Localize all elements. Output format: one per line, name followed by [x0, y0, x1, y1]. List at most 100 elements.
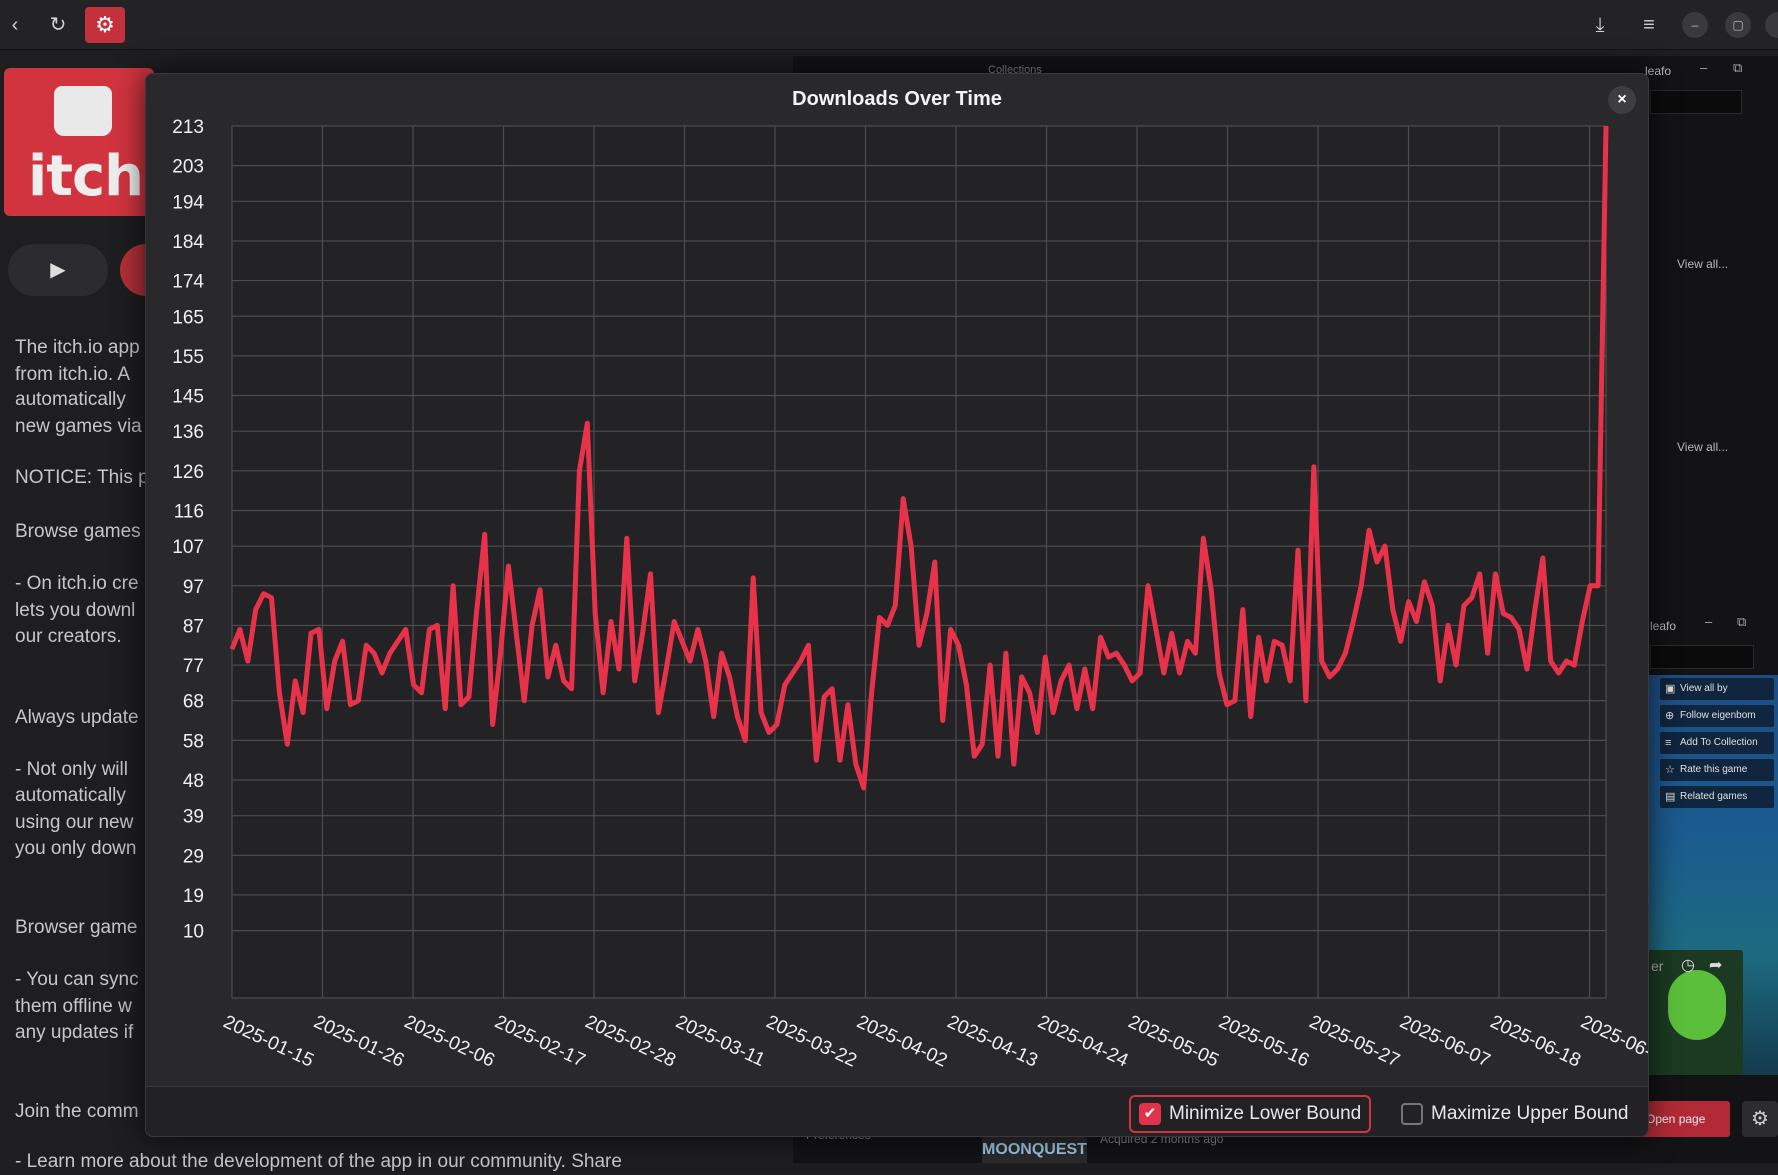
- checkbox-unchecked-icon: [1401, 1103, 1423, 1125]
- x-tick-label: 2025-05-05: [1125, 1011, 1222, 1071]
- top-bar: ‹ ↻ ⚙ ⤓ ≡ – ▢: [0, 0, 1778, 50]
- user-name: leafo: [1650, 619, 1677, 633]
- y-tick-label: 116: [174, 501, 204, 522]
- description-line: - You can sync: [15, 969, 139, 990]
- checkbox-checked-icon: ✔: [1139, 1103, 1161, 1125]
- list-add-icon: ≡: [1665, 737, 1672, 749]
- logo-text: itch: [28, 144, 144, 209]
- image-icon: ▣: [1665, 683, 1676, 695]
- description-line: automatically: [15, 389, 126, 410]
- view-all-link[interactable]: View all...: [1677, 440, 1728, 454]
- y-tick-label: 165: [172, 307, 204, 328]
- x-tick-label: 2025-04-24: [1034, 1011, 1131, 1071]
- download-icon[interactable]: ⤓: [1585, 10, 1615, 40]
- x-tick-label: 2025-03-22: [763, 1011, 860, 1071]
- description-line: Browser game: [15, 917, 138, 938]
- x-tick-label: 2025-05-27: [1306, 1011, 1403, 1071]
- x-tick-label: 2025-04-02: [853, 1011, 950, 1071]
- add-to-collection-button[interactable]: ≡ Add To Collection: [1660, 732, 1774, 754]
- maximize-upper-bound-checkbox[interactable]: Maximize Upper Bound: [1393, 1095, 1636, 1133]
- gear-icon[interactable]: ⚙: [1742, 1101, 1778, 1137]
- y-tick-label: 87: [183, 616, 204, 637]
- description-line: Browse games: [15, 521, 141, 542]
- y-tick-label: 10: [183, 922, 204, 943]
- y-tick-label: 68: [183, 692, 204, 713]
- minimize-icon[interactable]: –: [1705, 614, 1712, 629]
- y-tick-label: 97: [183, 577, 204, 598]
- y-tick-label: 107: [172, 537, 204, 558]
- button-label: Rate this game: [1680, 764, 1748, 775]
- y-tick-label: 174: [172, 272, 204, 293]
- checkbox-label: Maximize Upper Bound: [1431, 1103, 1629, 1124]
- itch-logo: itch: [4, 68, 154, 216]
- x-tick-label: 2025-02-06: [401, 1011, 498, 1071]
- play-button[interactable]: ▶: [8, 244, 108, 296]
- share-icon[interactable]: ➦: [1709, 955, 1722, 975]
- close-window-button[interactable]: [1765, 12, 1778, 38]
- open-page-button[interactable]: Open page: [1640, 1101, 1730, 1137]
- description-line: you only down: [15, 838, 137, 859]
- button-label: Follow eigenbom: [1680, 710, 1756, 721]
- x-tick-label: 2025-01-15: [220, 1011, 317, 1071]
- rate-game-button[interactable]: ☆ Rate this game: [1660, 759, 1774, 781]
- gamepad-icon: [54, 86, 112, 136]
- checkbox-label: Minimize Lower Bound: [1169, 1103, 1362, 1124]
- description-line: any updates if: [15, 1022, 134, 1043]
- maximize-window-button[interactable]: ▢: [1725, 12, 1751, 38]
- minimize-icon[interactable]: –: [1700, 60, 1707, 75]
- x-tick-label: 2025-01-26: [310, 1011, 407, 1071]
- description-line: Join the comm: [15, 1101, 139, 1122]
- y-tick-label: 136: [172, 422, 204, 443]
- description-line: our creators.: [15, 626, 122, 647]
- character-image: [1668, 970, 1726, 1040]
- y-tick-label: 194: [172, 192, 204, 213]
- description-line: automatically: [15, 785, 126, 806]
- search-input[interactable]: [1650, 90, 1742, 114]
- y-tick-label: 145: [172, 387, 204, 408]
- minimize-window-button[interactable]: –: [1682, 12, 1708, 38]
- description-line: The itch.io app: [15, 337, 140, 358]
- x-tick-label: 2025-06-29: [1577, 1011, 1648, 1071]
- description-line: using our new: [15, 812, 134, 833]
- restore-icon[interactable]: ⧉: [1733, 60, 1742, 76]
- description-line: lets you downl: [15, 600, 136, 621]
- description-line: NOTICE: This p: [15, 467, 149, 488]
- view-all-link[interactable]: View all...: [1677, 257, 1728, 271]
- search-input[interactable]: [1650, 645, 1754, 669]
- description-line: Always update: [15, 707, 139, 728]
- description-line: from itch.io. A: [15, 364, 131, 385]
- partial-label: er: [1651, 958, 1664, 974]
- restore-icon[interactable]: ⧉: [1737, 614, 1746, 630]
- button-label: Add To Collection: [1680, 737, 1758, 748]
- menu-icon[interactable]: ≡: [1634, 10, 1664, 40]
- description-line: - Learn more about the development of th…: [15, 1151, 622, 1172]
- chevron-left-icon[interactable]: ‹: [0, 10, 30, 40]
- description-line: - Not only will: [15, 759, 128, 780]
- add-user-icon: ⊕: [1665, 710, 1675, 722]
- modal-footer: ✔ Minimize Lower Bound Maximize Upper Bo…: [146, 1086, 1648, 1136]
- button-label: Related games: [1680, 791, 1748, 802]
- downloads-chart-modal: Downloads Over Time × 10 19 29 39 48 58 68 77 87…: [145, 73, 1649, 1137]
- reload-icon[interactable]: ↻: [43, 10, 73, 40]
- description-line: them offline w: [15, 996, 132, 1017]
- x-tick-label: 2025-06-18: [1487, 1011, 1584, 1071]
- x-tick-label: 2025-02-17: [491, 1011, 588, 1071]
- user-name: leafo: [1645, 64, 1672, 78]
- line-chart: 10 19 29 39 48 58 68 77 87 97 107 116 126 136 145 155 16…: [172, 117, 1648, 1072]
- y-tick-label: 213: [172, 117, 204, 138]
- plot-area: [231, 125, 1607, 999]
- minimize-lower-bound-checkbox[interactable]: ✔ Minimize Lower Bound: [1129, 1095, 1372, 1133]
- view-all-by-button[interactable]: ▣View all by eigenbom: [1660, 678, 1774, 716]
- y-tick-label: 126: [172, 462, 204, 483]
- x-tick-label: 2025-02-28: [582, 1011, 679, 1071]
- description-line: - On itch.io cre: [15, 573, 139, 594]
- y-tick-label: 48: [183, 771, 204, 792]
- x-tick-label: 2025-06-07: [1396, 1011, 1493, 1071]
- related-games-button[interactable]: ▤ Related games: [1660, 786, 1774, 808]
- y-tick-label: 39: [183, 807, 204, 828]
- gear-icon[interactable]: ⚙: [85, 7, 125, 43]
- follow-button[interactable]: ⊕ Follow eigenbom: [1660, 705, 1774, 727]
- description-line: new games via: [15, 416, 142, 437]
- clock-icon[interactable]: ◷: [1681, 955, 1695, 975]
- y-tick-label: 19: [183, 886, 204, 907]
